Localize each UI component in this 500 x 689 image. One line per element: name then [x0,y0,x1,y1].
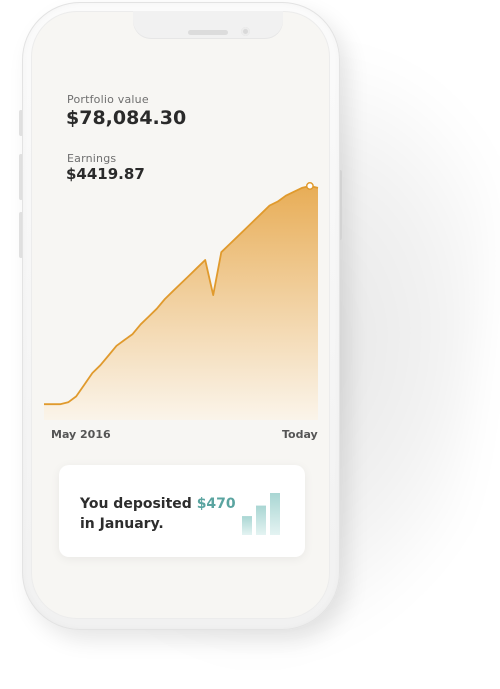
portfolio-area-chart[interactable] [44,180,320,420]
chart-current-point[interactable] [305,182,314,190]
deposit-message: You deposited $470 in January. [80,494,236,534]
front-camera [241,27,250,36]
deposit-suffix: in January. [80,516,164,532]
portfolio-value-label: Portfolio value [67,93,149,106]
earnings-label: Earnings [67,152,117,165]
chart-x-start-label: May 2016 [51,428,111,441]
bar-chart-icon [242,493,280,535]
mini-bar [270,493,280,535]
deposit-card[interactable]: You deposited $470 in January. [59,465,305,557]
deposit-amount: $470 [196,496,236,512]
stage: Portfolio value $78,084.30 Earnings $441… [0,0,500,689]
mini-bar [256,505,266,535]
chart-x-end-label: Today [282,428,318,441]
portfolio-value: $78,084.30 [66,107,187,129]
mini-bar [242,516,252,535]
deposit-prefix: You deposited [80,496,197,512]
speaker-grille [188,30,228,35]
